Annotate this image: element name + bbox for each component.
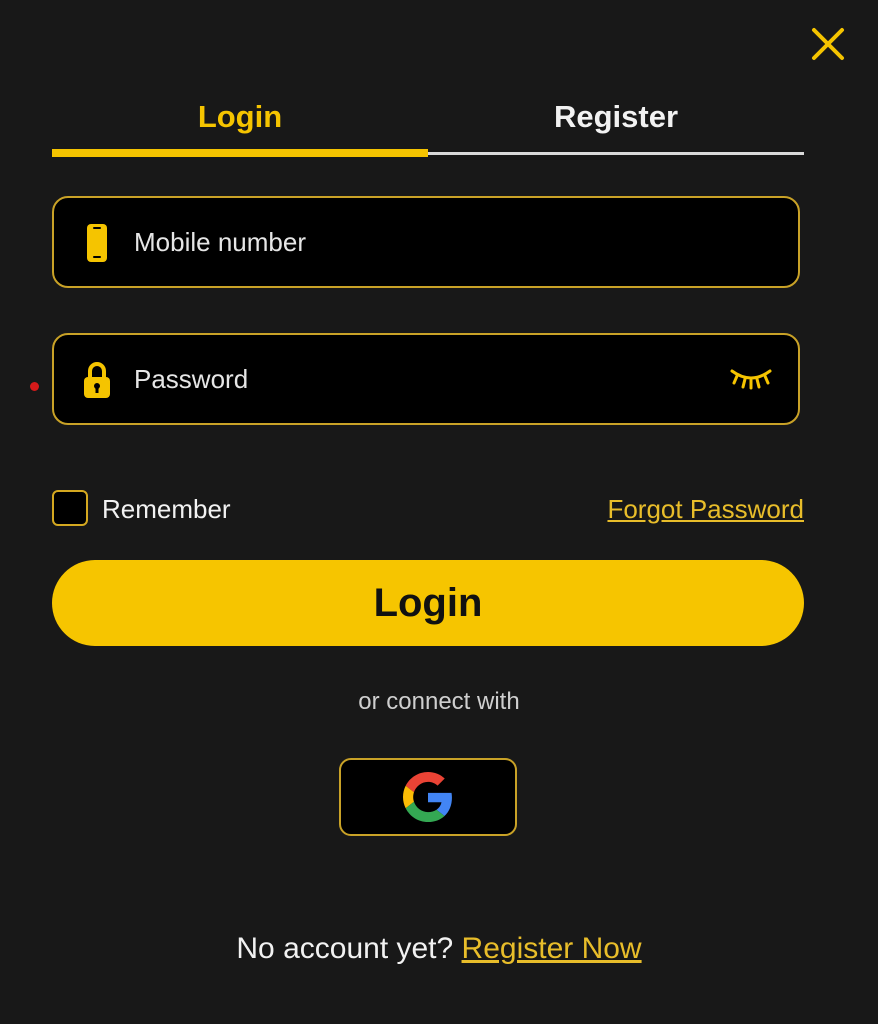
- no-account-text: No account yet?: [236, 932, 454, 965]
- password-visibility-toggle[interactable]: [728, 363, 774, 395]
- lock-icon: [84, 362, 110, 398]
- google-login-button[interactable]: [339, 758, 517, 836]
- forgot-password-link[interactable]: Forgot Password: [607, 494, 804, 525]
- register-prompt: No account yet? Register Now: [0, 932, 878, 966]
- password-field: [52, 333, 800, 425]
- mobile-input[interactable]: [134, 198, 694, 286]
- tab-active-indicator: [52, 149, 428, 157]
- close-icon: [812, 28, 844, 60]
- remember-row: Remember Forgot Password: [52, 490, 804, 530]
- remember-checkbox[interactable]: [52, 490, 88, 526]
- register-now-link[interactable]: Register Now: [462, 932, 642, 965]
- tab-register[interactable]: Register: [428, 90, 804, 144]
- remember-label: Remember: [102, 494, 231, 524]
- login-button[interactable]: Login: [52, 560, 804, 646]
- close-button[interactable]: [808, 24, 848, 64]
- google-icon: [403, 772, 452, 822]
- connect-with-text: or connect with: [358, 688, 520, 715]
- required-dot: [30, 382, 39, 391]
- eye-closed-icon: [730, 369, 772, 390]
- phone-icon: [87, 224, 107, 262]
- tab-login[interactable]: Login: [52, 90, 428, 144]
- auth-tabs: Login Register: [52, 90, 804, 157]
- password-input[interactable]: [134, 335, 694, 423]
- mobile-field: [52, 196, 800, 288]
